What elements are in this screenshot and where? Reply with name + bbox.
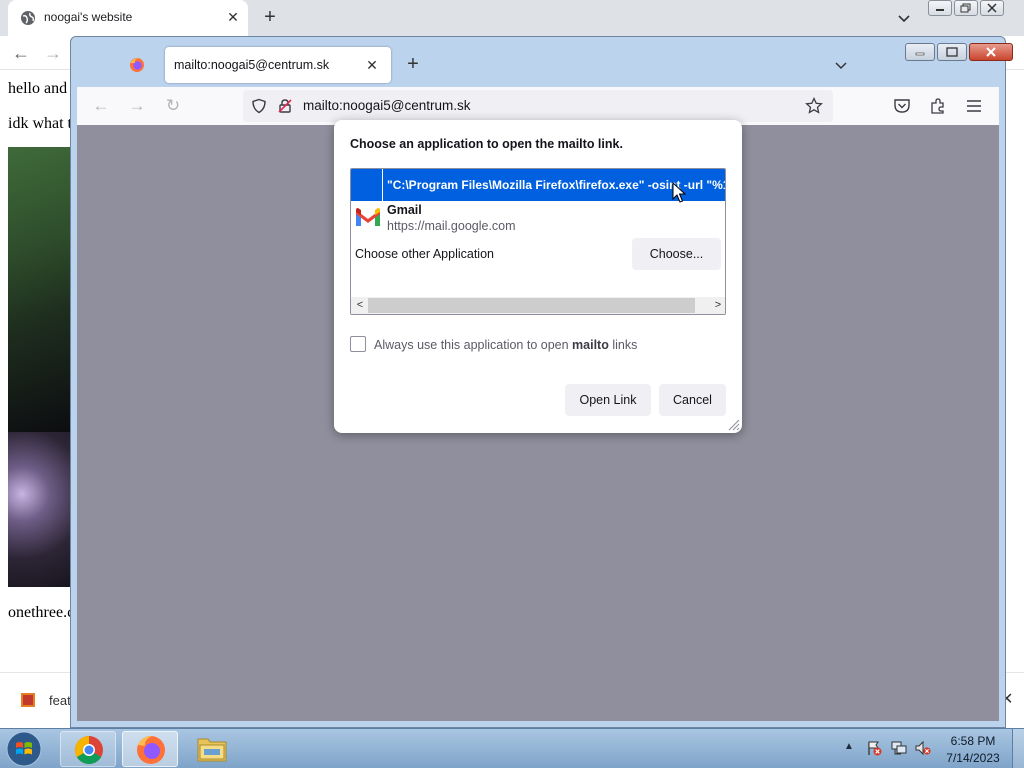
reload-icon[interactable]: ↻ xyxy=(163,96,183,116)
firefox-icon xyxy=(137,736,165,764)
application-icon xyxy=(351,169,383,201)
forward-arrow-icon[interactable]: → xyxy=(127,96,147,116)
page-image xyxy=(8,147,78,432)
page-image xyxy=(8,432,78,587)
gmail-icon xyxy=(356,208,380,226)
clock-date[interactable]: 7/14/2023 xyxy=(943,751,1003,765)
scrollbar-thumb[interactable] xyxy=(368,298,695,313)
list-item-other-application[interactable]: Choose other Application Choose... xyxy=(351,237,725,271)
background-tab-title: noogai's website xyxy=(44,10,133,24)
tab-strip: mailto:noogai5@centrum.sk ✕ + xyxy=(79,41,1013,87)
background-tab-strip: noogai's website ✕ + xyxy=(0,0,1024,36)
close-icon[interactable]: ✕ xyxy=(224,8,242,26)
tab-title: mailto:noogai5@centrum.sk xyxy=(174,58,330,72)
maximize-button[interactable] xyxy=(937,43,967,61)
minimize-button[interactable] xyxy=(928,0,952,16)
taskbar-firefox-button[interactable] xyxy=(122,731,178,767)
always-use-prefix: Always use this application to open xyxy=(374,338,573,352)
folder-icon xyxy=(197,738,227,762)
page-text: idk what t xyxy=(8,115,72,132)
always-use-protocol: mailto xyxy=(572,338,609,352)
chevron-down-icon[interactable] xyxy=(831,55,851,75)
globe-icon xyxy=(21,11,35,25)
background-tab[interactable]: noogai's website ✕ xyxy=(8,0,248,36)
close-button[interactable] xyxy=(969,43,1013,61)
back-arrow-icon[interactable]: ← xyxy=(10,42,32,64)
chrome-icon xyxy=(75,736,103,764)
pocket-icon[interactable] xyxy=(893,97,911,115)
hamburger-menu-icon[interactable] xyxy=(965,97,983,115)
cancel-button[interactable]: Cancel xyxy=(659,384,726,416)
close-icon xyxy=(986,47,996,57)
shield-icon[interactable] xyxy=(251,98,267,114)
taskbar-chrome-button[interactable] xyxy=(60,731,116,767)
list-item-sublabel: https://mail.google.com xyxy=(387,219,516,233)
close-button[interactable] xyxy=(980,0,1004,16)
scroll-right-icon[interactable]: > xyxy=(711,297,725,314)
clock-time[interactable]: 6:58 PM xyxy=(943,734,1003,748)
extensions-icon[interactable] xyxy=(929,97,947,115)
forward-arrow-icon[interactable]: → xyxy=(42,42,64,64)
open-link-button[interactable]: Open Link xyxy=(565,384,651,416)
new-tab-button[interactable]: + xyxy=(258,6,282,30)
restore-button[interactable] xyxy=(954,0,978,16)
background-window-controls xyxy=(928,0,1018,18)
list-item-label: Gmail xyxy=(387,203,422,217)
lock-icon[interactable] xyxy=(277,98,293,114)
action-center-flag-icon[interactable] xyxy=(866,740,882,756)
star-icon[interactable] xyxy=(805,97,823,115)
scroll-left-icon[interactable]: < xyxy=(353,297,367,314)
taskbar-explorer-button[interactable] xyxy=(184,731,240,767)
mouse-cursor-icon xyxy=(672,182,686,203)
list-item-firefox[interactable]: "C:\Program Files\Mozilla Firefox\firefo… xyxy=(351,169,725,201)
always-use-checkbox[interactable] xyxy=(350,336,366,352)
list-item-gmail[interactable]: Gmail https://mail.google.com xyxy=(351,201,725,237)
volume-muted-icon[interactable] xyxy=(915,740,931,756)
resize-grip-icon[interactable] xyxy=(726,417,740,431)
page-text: hello and xyxy=(8,80,68,97)
dialog-title: Choose an application to open the mailto… xyxy=(350,137,623,151)
application-list: "C:\Program Files\Mozilla Firefox\firefo… xyxy=(350,168,726,315)
always-use-suffix: links xyxy=(608,338,638,352)
download-item-label[interactable]: feat xyxy=(49,693,71,708)
minimize-icon xyxy=(915,52,925,56)
horizontal-scrollbar[interactable]: < > xyxy=(351,297,725,314)
close-icon[interactable]: ✕ xyxy=(363,56,381,74)
minimize-icon xyxy=(936,9,944,11)
show-desktop-button[interactable] xyxy=(1012,729,1024,768)
windows-start-icon[interactable] xyxy=(4,730,44,768)
list-item-label: Choose other Application xyxy=(355,247,494,261)
minimize-button[interactable] xyxy=(905,43,935,61)
address-bar[interactable]: mailto:noogai5@centrum.sk xyxy=(243,90,833,122)
maximize-icon xyxy=(946,47,958,57)
close-icon xyxy=(987,3,997,13)
choose-application-dialog: Choose an application to open the mailto… xyxy=(334,120,742,433)
always-use-label[interactable]: Always use this application to open mail… xyxy=(374,338,637,352)
back-arrow-icon[interactable]: ← xyxy=(91,96,111,116)
restore-icon xyxy=(960,3,971,13)
window-controls xyxy=(905,43,1013,61)
page-text: onethree.c xyxy=(8,604,75,621)
file-icon xyxy=(21,693,35,707)
network-icon[interactable] xyxy=(891,740,907,756)
firefox-icon xyxy=(130,58,144,72)
choose-button[interactable]: Choose... xyxy=(632,238,721,270)
tray-expand-icon[interactable]: ▲ xyxy=(844,741,856,753)
new-tab-button[interactable]: + xyxy=(401,53,425,77)
url-text[interactable]: mailto:noogai5@centrum.sk xyxy=(303,98,471,113)
active-tab[interactable]: mailto:noogai5@centrum.sk ✕ xyxy=(165,47,391,83)
taskbar: ▲ 6:58 PM 7/14/2023 xyxy=(0,728,1024,768)
chevron-down-icon[interactable] xyxy=(894,8,914,28)
